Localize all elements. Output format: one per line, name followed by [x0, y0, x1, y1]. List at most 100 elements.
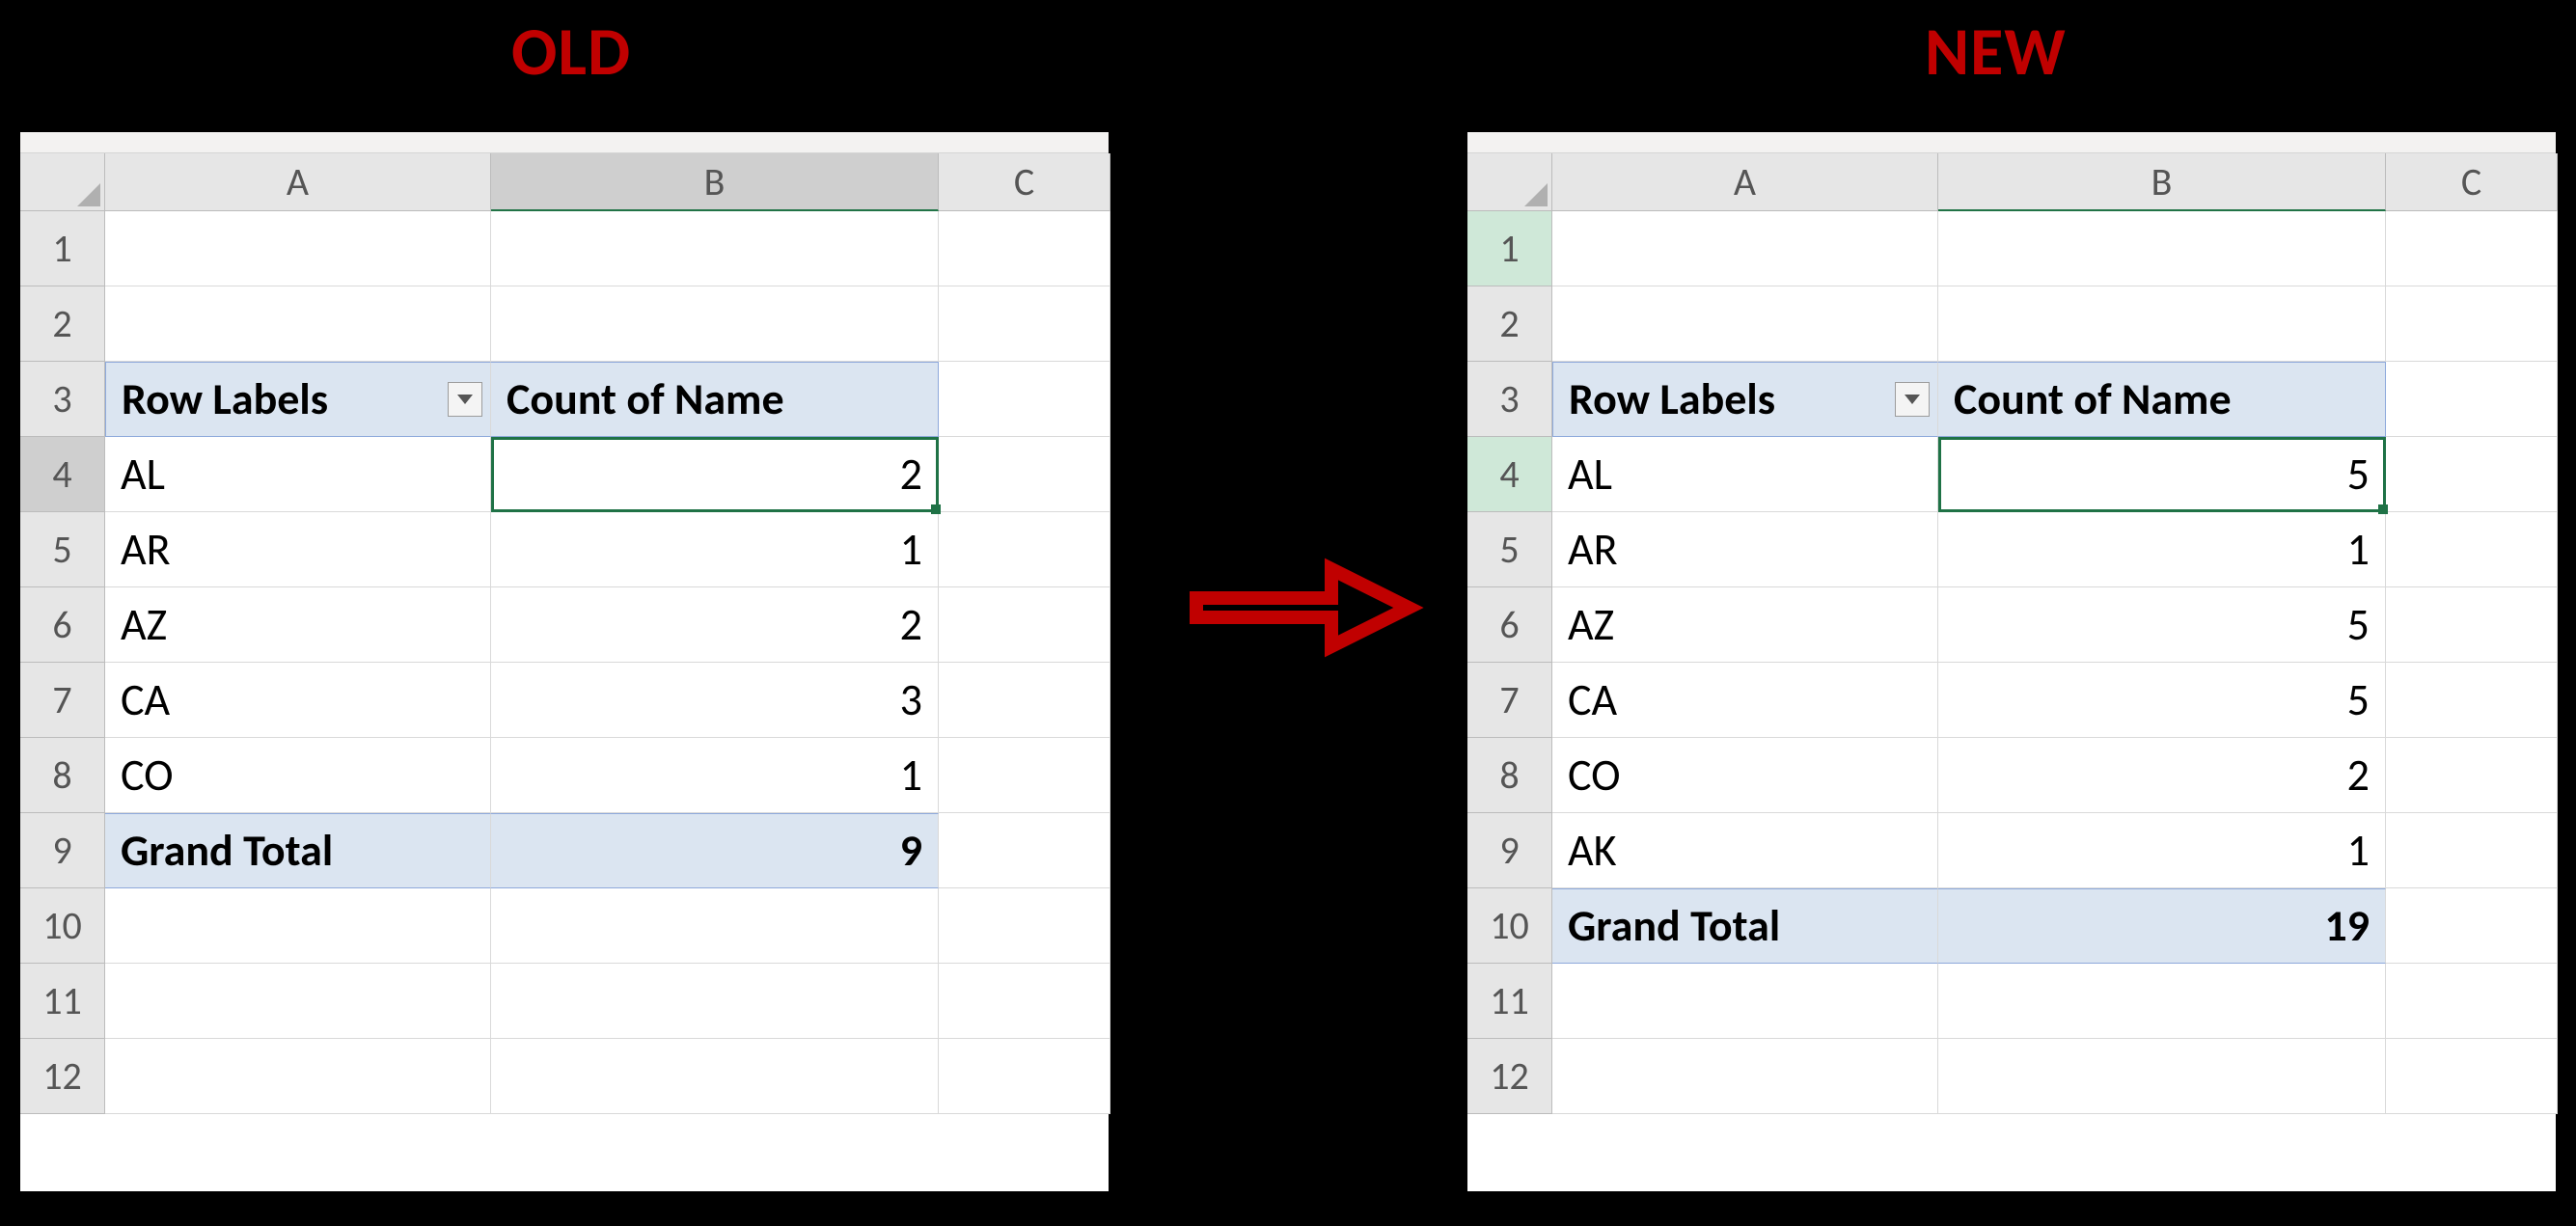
spreadsheet-grid-old[interactable]: A B C 1 2 3 Row Labels Count of Name — [20, 153, 1109, 1114]
row-header-7[interactable]: 7 — [20, 663, 105, 738]
row-header-3[interactable]: 3 — [20, 362, 105, 437]
row-header-6[interactable]: 6 — [20, 587, 105, 663]
col-header-C[interactable]: C — [939, 153, 1110, 211]
cell-C9[interactable] — [939, 813, 1110, 888]
cell-B2[interactable] — [491, 286, 939, 362]
cell-C2[interactable] — [2386, 286, 2558, 362]
cell-A4[interactable]: AL — [105, 437, 491, 512]
cell-B5[interactable]: 1 — [1938, 512, 2386, 587]
cell-B7[interactable]: 3 — [491, 663, 939, 738]
select-all-corner[interactable] — [20, 153, 105, 211]
cell-C12[interactable] — [939, 1039, 1110, 1114]
cell-A11[interactable] — [1552, 964, 1938, 1039]
row-header-9[interactable]: 9 — [1467, 813, 1552, 888]
cell-C4[interactable] — [2386, 437, 2558, 512]
cell-B12[interactable] — [491, 1039, 939, 1114]
row-header-12[interactable]: 12 — [1467, 1039, 1552, 1114]
pivot-row-labels-header[interactable]: Row Labels — [1552, 362, 1938, 437]
cell-C3[interactable] — [2386, 362, 2558, 437]
grand-total-label[interactable]: Grand Total — [1552, 888, 1938, 964]
cell-B5[interactable]: 1 — [491, 512, 939, 587]
cell-A2[interactable] — [1552, 286, 1938, 362]
cell-C3[interactable] — [939, 362, 1110, 437]
cell-C8[interactable] — [939, 738, 1110, 813]
col-header-B[interactable]: B — [491, 153, 939, 211]
col-header-B[interactable]: B — [1938, 153, 2386, 211]
cell-A4[interactable]: AL — [1552, 437, 1938, 512]
cell-B6[interactable]: 2 — [491, 587, 939, 663]
pivot-count-header[interactable]: Count of Name — [1938, 362, 2386, 437]
grand-total-value[interactable]: 19 — [1938, 888, 2386, 964]
cell-C1[interactable] — [2386, 211, 2558, 286]
cell-A8[interactable]: CO — [1552, 738, 1938, 813]
row-header-5[interactable]: 5 — [1467, 512, 1552, 587]
cell-B9[interactable]: 1 — [1938, 813, 2386, 888]
pivot-count-header[interactable]: Count of Name — [491, 362, 939, 437]
cell-B1[interactable] — [1938, 211, 2386, 286]
cell-A12[interactable] — [105, 1039, 491, 1114]
row-header-3[interactable]: 3 — [1467, 362, 1552, 437]
cell-C5[interactable] — [2386, 512, 2558, 587]
grand-total-value[interactable]: 9 — [491, 813, 939, 888]
cell-C11[interactable] — [2386, 964, 2558, 1039]
cell-A7[interactable]: CA — [1552, 663, 1938, 738]
cell-B12[interactable] — [1938, 1039, 2386, 1114]
cell-C2[interactable] — [939, 286, 1110, 362]
col-header-C[interactable]: C — [2386, 153, 2558, 211]
row-header-1[interactable]: 1 — [1467, 211, 1552, 286]
pivot-row-labels-header[interactable]: Row Labels — [105, 362, 491, 437]
cell-A6[interactable]: AZ — [1552, 587, 1938, 663]
cell-B11[interactable] — [1938, 964, 2386, 1039]
cell-C10[interactable] — [939, 888, 1110, 964]
cell-B1[interactable] — [491, 211, 939, 286]
cell-C7[interactable] — [2386, 663, 2558, 738]
cell-A9[interactable]: AK — [1552, 813, 1938, 888]
row-header-11[interactable]: 11 — [1467, 964, 1552, 1039]
cell-C1[interactable] — [939, 211, 1110, 286]
cell-C6[interactable] — [939, 587, 1110, 663]
cell-A11[interactable] — [105, 964, 491, 1039]
filter-dropdown-button[interactable] — [448, 382, 482, 417]
filter-dropdown-button[interactable] — [1895, 382, 1930, 417]
cell-B7[interactable]: 5 — [1938, 663, 2386, 738]
cell-A1[interactable] — [105, 211, 491, 286]
col-header-A[interactable]: A — [1552, 153, 1938, 211]
row-header-2[interactable]: 2 — [20, 286, 105, 362]
cell-C6[interactable] — [2386, 587, 2558, 663]
cell-C10[interactable] — [2386, 888, 2558, 964]
row-header-4[interactable]: 4 — [20, 437, 105, 512]
cell-B2[interactable] — [1938, 286, 2386, 362]
cell-B4[interactable]: 2 — [491, 437, 939, 512]
cell-B6[interactable]: 5 — [1938, 587, 2386, 663]
cell-C8[interactable] — [2386, 738, 2558, 813]
cell-A7[interactable]: CA — [105, 663, 491, 738]
cell-C5[interactable] — [939, 512, 1110, 587]
cell-A5[interactable]: AR — [1552, 512, 1938, 587]
row-header-1[interactable]: 1 — [20, 211, 105, 286]
row-header-10[interactable]: 10 — [20, 888, 105, 964]
row-header-5[interactable]: 5 — [20, 512, 105, 587]
cell-B8[interactable]: 1 — [491, 738, 939, 813]
row-header-7[interactable]: 7 — [1467, 663, 1552, 738]
cell-B10[interactable] — [491, 888, 939, 964]
row-header-10[interactable]: 10 — [1467, 888, 1552, 964]
cell-C12[interactable] — [2386, 1039, 2558, 1114]
cell-C4[interactable] — [939, 437, 1110, 512]
row-header-2[interactable]: 2 — [1467, 286, 1552, 362]
cell-A2[interactable] — [105, 286, 491, 362]
select-all-corner[interactable] — [1467, 153, 1552, 211]
cell-C7[interactable] — [939, 663, 1110, 738]
row-header-8[interactable]: 8 — [20, 738, 105, 813]
cell-A8[interactable]: CO — [105, 738, 491, 813]
cell-C9[interactable] — [2386, 813, 2558, 888]
row-header-6[interactable]: 6 — [1467, 587, 1552, 663]
cell-A10[interactable] — [105, 888, 491, 964]
cell-B11[interactable] — [491, 964, 939, 1039]
cell-B8[interactable]: 2 — [1938, 738, 2386, 813]
cell-A1[interactable] — [1552, 211, 1938, 286]
row-header-12[interactable]: 12 — [20, 1039, 105, 1114]
cell-A6[interactable]: AZ — [105, 587, 491, 663]
cell-C11[interactable] — [939, 964, 1110, 1039]
col-header-A[interactable]: A — [105, 153, 491, 211]
row-header-9[interactable]: 9 — [20, 813, 105, 888]
